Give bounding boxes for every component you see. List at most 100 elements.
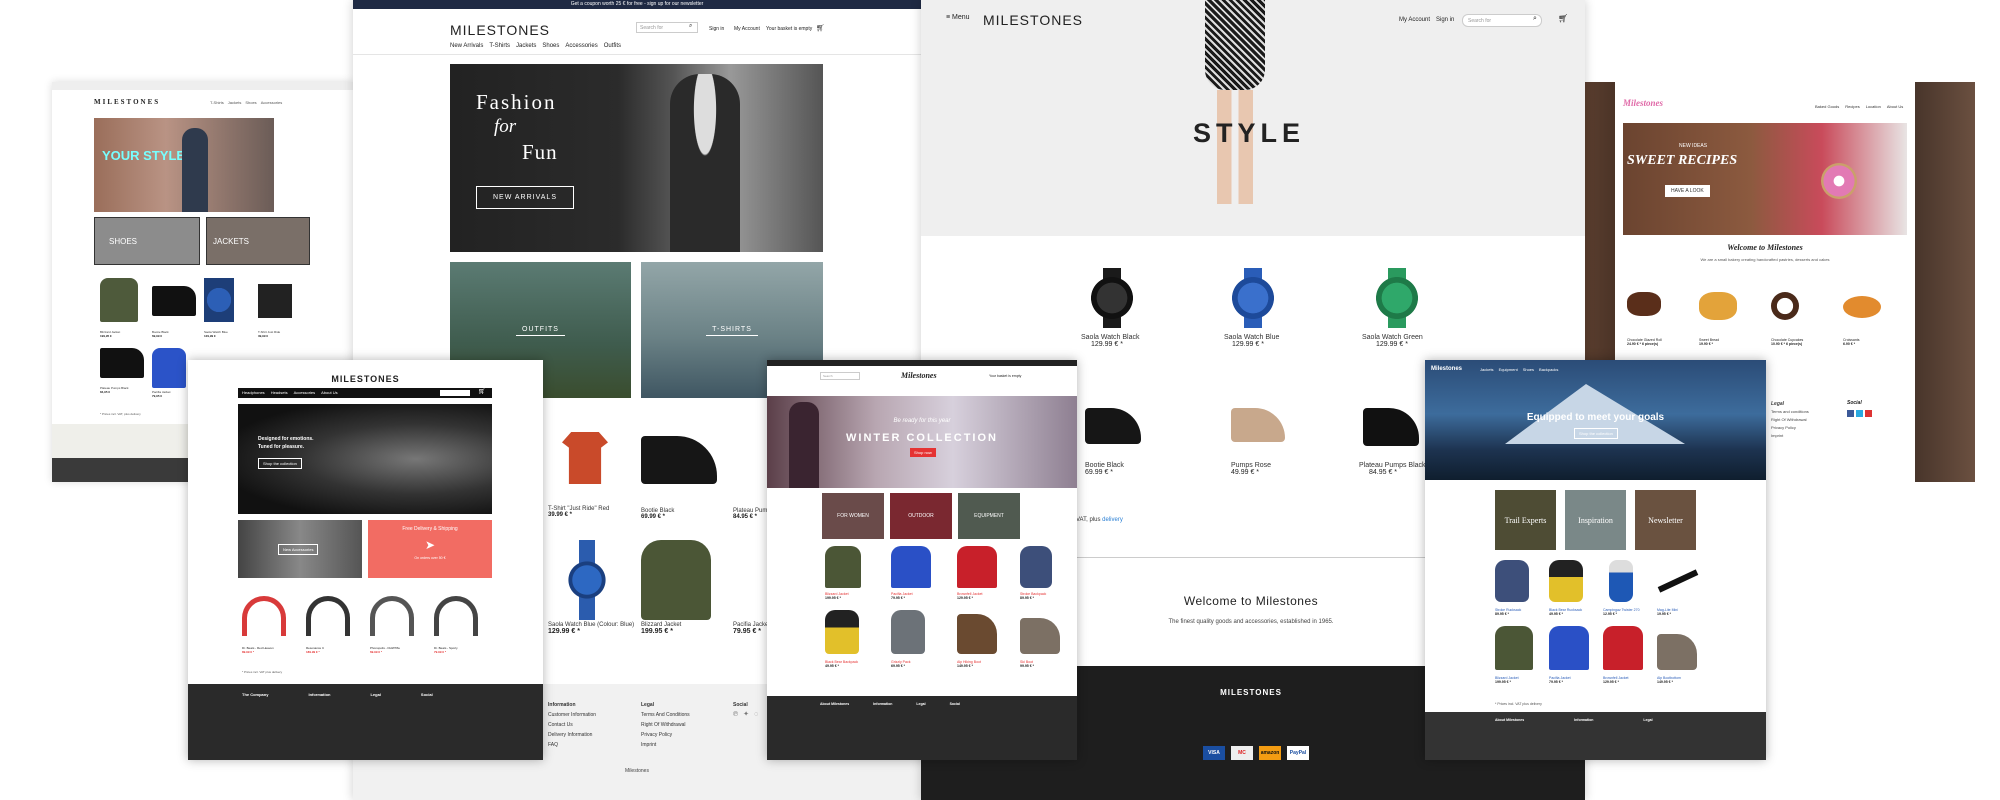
facebook-icon[interactable] bbox=[1847, 410, 1854, 417]
product-card[interactable]: Campingaz Twister 270 12.95 € * bbox=[1603, 560, 1640, 616]
product-card[interactable]: Stroke Backpack 89.95 € * bbox=[1020, 546, 1052, 600]
nav-item[interactable]: About Us bbox=[321, 390, 337, 395]
basket-status[interactable]: Your basket is empty bbox=[989, 374, 1021, 378]
product-card[interactable]: Black Bear Rucksack 49.95 € * bbox=[1549, 560, 1583, 616]
tile-equipment[interactable]: EQUIPMENT bbox=[958, 493, 1020, 539]
product-card[interactable]: Pacifia Jacket 79,95 € bbox=[152, 348, 186, 398]
youtube-icon[interactable] bbox=[1865, 410, 1872, 417]
nav-item[interactable]: Backpacks bbox=[1539, 367, 1558, 372]
tile-shoes[interactable]: SHOES bbox=[94, 217, 200, 265]
legal-link[interactable]: Privacy Policy bbox=[1771, 424, 1809, 432]
hero-banner[interactable]: Milestones Jackets Equipment Shoes Backp… bbox=[1425, 360, 1766, 480]
search-input[interactable]: Search for bbox=[1462, 14, 1542, 27]
nav-item[interactable]: Shoes bbox=[542, 43, 559, 49]
product-card[interactable]: Stroke Rucksack 89.95 € * bbox=[1495, 560, 1529, 616]
logo[interactable]: MILESTONES bbox=[450, 22, 550, 38]
tile-button[interactable]: New Accessories bbox=[278, 544, 319, 555]
nav-item[interactable]: About Us bbox=[1887, 104, 1903, 109]
footer-link[interactable]: Contact Us bbox=[548, 720, 596, 730]
product-card[interactable]: Bootie Black 69.99 € * bbox=[641, 432, 717, 520]
nav-item[interactable]: Outfits bbox=[604, 43, 621, 49]
product-card[interactable]: Saola Watch Blue 129,99 € bbox=[204, 278, 234, 338]
product-card[interactable]: Alp Hiking Boot 149.95 € * bbox=[957, 610, 997, 668]
tile-free-delivery[interactable]: Free Delivery & Shipping ➤ On orders ove… bbox=[368, 520, 492, 578]
tile-trail-experts[interactable]: Trail Experts bbox=[1495, 490, 1556, 550]
menu-button[interactable]: ≡ Menu bbox=[946, 14, 970, 21]
hero-banner[interactable]: Be ready for this year WINTER COLLECTION… bbox=[767, 396, 1077, 488]
product-card[interactable]: Pacifia Jacket 79.95 € * bbox=[1549, 626, 1589, 684]
logo[interactable]: MILESTONES bbox=[983, 12, 1083, 28]
pinterest-icon[interactable]: ℗ bbox=[733, 710, 738, 720]
product-card[interactable]: Black Bear Backpack 49.95 € * bbox=[825, 610, 859, 668]
legal-link[interactable]: Imprint bbox=[1771, 432, 1809, 440]
nav-item[interactable]: New Arrivals bbox=[450, 43, 483, 49]
product-card[interactable]: Plateau Pumps Black 84.95 € * bbox=[1359, 408, 1426, 476]
hero-button[interactable]: Shop the collection bbox=[258, 458, 302, 469]
nav-item[interactable]: Location bbox=[1866, 104, 1881, 109]
product-card[interactable]: Phonopolis - DHW78a 69.99 € * bbox=[370, 596, 414, 654]
nav-item[interactable]: Baked Goods bbox=[1815, 104, 1839, 109]
nav-item[interactable]: Accessories bbox=[294, 390, 316, 395]
shop-now-button[interactable]: Shop now bbox=[910, 448, 936, 457]
footer-link[interactable]: Imprint bbox=[641, 740, 690, 750]
legal-link[interactable]: Right Of Withdrawal bbox=[1771, 416, 1809, 424]
account-link[interactable]: My Account bbox=[1399, 17, 1430, 23]
footer-link[interactable]: Delivery Information bbox=[548, 730, 596, 740]
newsletter-banner[interactable]: Get a coupon worth 25 € for free - sign … bbox=[353, 0, 921, 9]
nav-item[interactable]: Headphones bbox=[242, 390, 265, 395]
hero-banner[interactable]: YOUR STYLE bbox=[94, 118, 274, 212]
product-card[interactable]: T-Shirt "Just Ride" Red 39.99 € * bbox=[548, 432, 609, 518]
product-card[interactable]: Pacifia Jacket 79.95 € * bbox=[891, 546, 931, 600]
hero-banner[interactable]: STYLE bbox=[921, 0, 1585, 236]
footer-link[interactable]: FAQ bbox=[548, 740, 596, 750]
product-card[interactable]: Saola Watch Green 129.99 € * bbox=[1362, 268, 1423, 348]
product-card[interactable]: Chocolate Cupcakes 10.90 € * 6 piece(s) bbox=[1771, 292, 1803, 346]
nav-item[interactable]: T-Shirts bbox=[489, 43, 510, 49]
tile-newsletter[interactable]: Newsletter bbox=[1635, 490, 1696, 550]
product-card[interactable]: Croissants 6.90 € * bbox=[1843, 292, 1881, 346]
product-card[interactable]: Dr. Beats - Sporty 79.99 € * bbox=[434, 596, 478, 654]
hero-banner[interactable]: NEW IDEAS SWEET RECIPES HAVE A LOOK bbox=[1623, 123, 1907, 235]
delivery-link[interactable]: delivery bbox=[1102, 517, 1123, 523]
hero-banner[interactable]: Designed for emotions. Tuned for pleasur… bbox=[238, 404, 492, 514]
product-card[interactable]: Pumps Rose 49.99 € * bbox=[1231, 408, 1285, 476]
logo[interactable]: Milestones bbox=[1431, 366, 1462, 372]
product-card[interactable]: Blizzard Jacket 199,95 € bbox=[100, 278, 138, 338]
logo[interactable]: MILESTONES bbox=[94, 98, 160, 106]
nav-item[interactable]: Recipes bbox=[1845, 104, 1859, 109]
product-card[interactable]: Saola Watch Black 129.99 € * bbox=[1081, 268, 1140, 348]
product-card[interactable]: Blizzard Jacket 199.95 € * bbox=[1495, 626, 1533, 684]
tile-jackets[interactable]: JACKETS bbox=[206, 217, 310, 265]
product-card[interactable]: T-Shirt Just Ride 39,99 € bbox=[258, 278, 292, 338]
signin-link[interactable]: Sign in bbox=[709, 26, 724, 32]
product-card[interactable]: Ski Boot 99.95 € * bbox=[1020, 610, 1060, 668]
product-card[interactable]: Bootie Black 69,99 € bbox=[152, 278, 196, 338]
nav-item[interactable]: T-Shirts bbox=[210, 100, 224, 105]
product-card[interactable]: Bootie Black 69.99 € * bbox=[1085, 408, 1141, 476]
nav-item[interactable]: Jackets bbox=[1480, 367, 1494, 372]
hero-button[interactable]: Shop the collection bbox=[1574, 428, 1618, 439]
product-card[interactable]: Plateau Pumps Black 84,95 € bbox=[100, 348, 144, 394]
nav-item[interactable]: Accessories bbox=[565, 43, 597, 49]
nav-item[interactable]: Jackets bbox=[228, 100, 242, 105]
signin-link[interactable]: Sign in bbox=[1436, 17, 1454, 23]
nav-item[interactable]: Equipment bbox=[1499, 367, 1518, 372]
twitter-icon[interactable]: ✦ bbox=[743, 710, 749, 720]
logo[interactable]: MILESTONES bbox=[188, 374, 543, 384]
search-icon[interactable]: ⌕ bbox=[689, 23, 692, 30]
product-card[interactable]: Blizzard Jacket 199.95 € * bbox=[641, 540, 711, 635]
product-card[interactable]: Blizzard Jacket 199.95 € * bbox=[825, 546, 861, 600]
product-card[interactable]: Alp Bootbottom 149.95 € * bbox=[1657, 626, 1697, 684]
new-arrivals-button[interactable]: NEW ARRIVALS bbox=[476, 186, 574, 209]
product-card[interactable]: Saola Watch Blue (Colour: Blue) 129.99 €… bbox=[548, 540, 634, 635]
footer-link[interactable]: Customer Information bbox=[548, 710, 596, 720]
nav-item[interactable]: Jackets bbox=[516, 43, 536, 49]
cart-icon[interactable]: 🛒︎ bbox=[478, 388, 486, 395]
nav-item[interactable]: Shoes bbox=[245, 100, 256, 105]
footer-link[interactable]: Right Of Withdrawal bbox=[641, 720, 690, 730]
product-card[interactable]: Chocolate Glazed Roll 24.90 € * 6 piece(… bbox=[1627, 292, 1662, 346]
hero-button[interactable]: HAVE A LOOK bbox=[1665, 185, 1710, 197]
basket-status[interactable]: Your basket is empty bbox=[766, 26, 812, 32]
search-input[interactable]: Search bbox=[820, 372, 860, 380]
account-link[interactable]: My Account bbox=[734, 26, 760, 32]
